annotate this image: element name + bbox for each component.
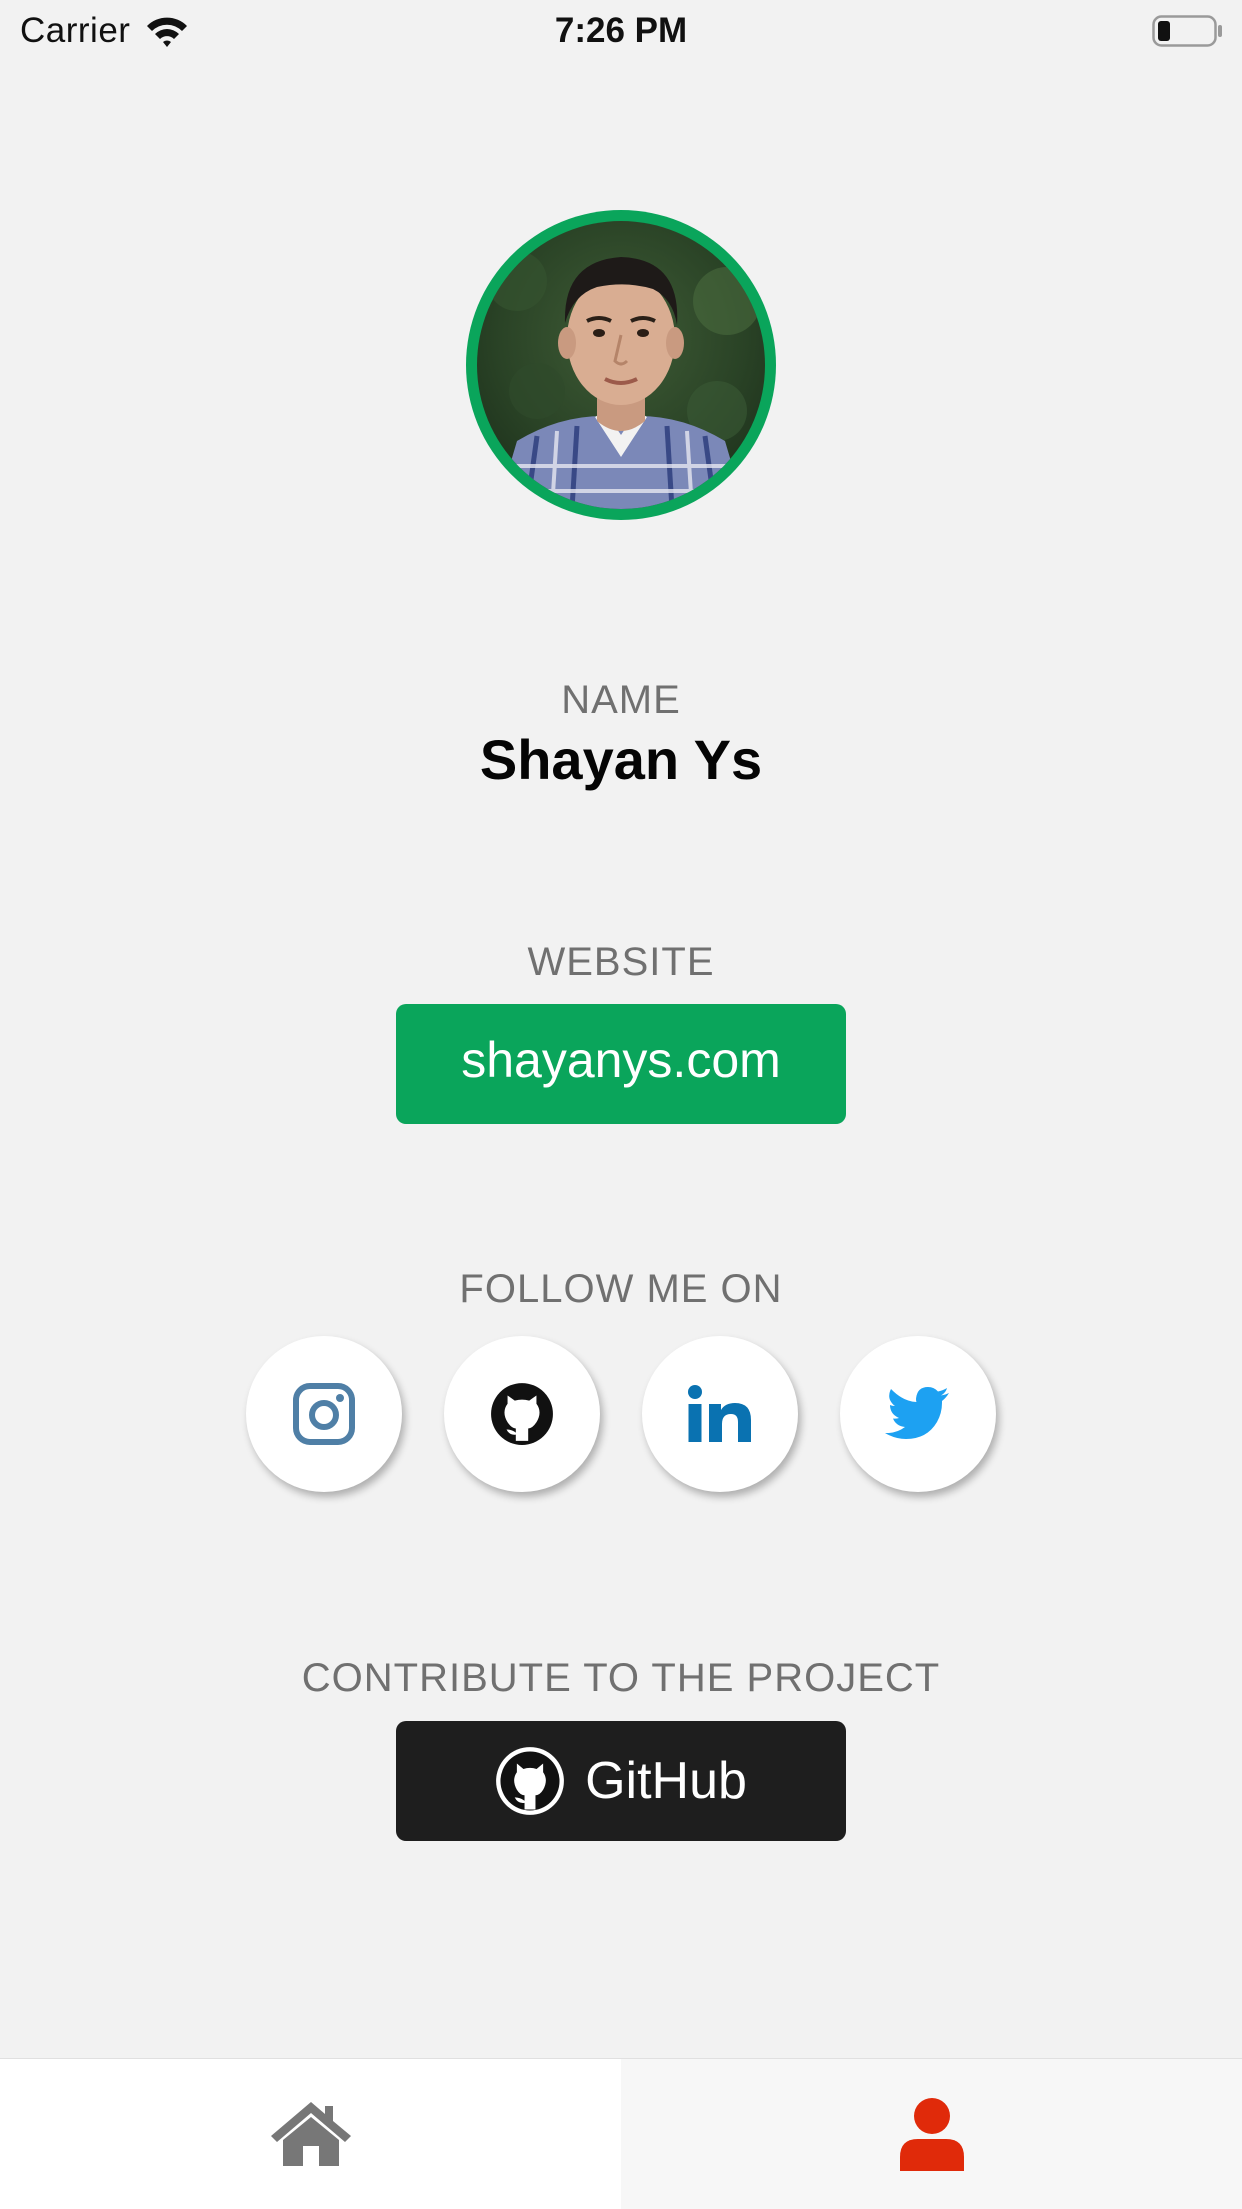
linkedin-button[interactable] [642, 1336, 798, 1492]
avatar-ring [466, 210, 776, 520]
instagram-icon [293, 1383, 355, 1445]
twitter-icon [885, 1387, 949, 1439]
follow-label: FOLLOW ME ON [459, 1267, 783, 1311]
website-label: WEBSITE [527, 940, 715, 984]
battery-icon [1152, 15, 1222, 47]
github-icon [496, 1747, 564, 1815]
home-icon [270, 2102, 351, 2166]
tab-home[interactable] [0, 2059, 621, 2209]
instagram-button[interactable] [246, 1336, 402, 1492]
social-links [0, 1336, 1242, 1496]
tab-bar [0, 2058, 1242, 2209]
github-social-button[interactable] [444, 1336, 600, 1492]
github-button-label: GitHub [585, 1752, 747, 1810]
github-contribute-button[interactable]: GitHub [396, 1721, 846, 1841]
status-time: 7:26 PM [554, 11, 688, 50]
tab-profile[interactable] [621, 2059, 1242, 2209]
user-icon [899, 2098, 964, 2171]
status-bar: Carrier 7:26 PM [0, 0, 1242, 62]
profile-name: Shayan Ys [479, 728, 763, 791]
linkedin-icon [688, 1385, 751, 1442]
github-icon [491, 1383, 553, 1445]
contribute-label: CONTRIBUTE TO THE PROJECT [301, 1656, 941, 1700]
name-label: NAME [561, 678, 681, 722]
website-button[interactable]: shayanys.com [396, 1004, 846, 1124]
twitter-button[interactable] [840, 1336, 996, 1492]
avatar [477, 221, 765, 509]
